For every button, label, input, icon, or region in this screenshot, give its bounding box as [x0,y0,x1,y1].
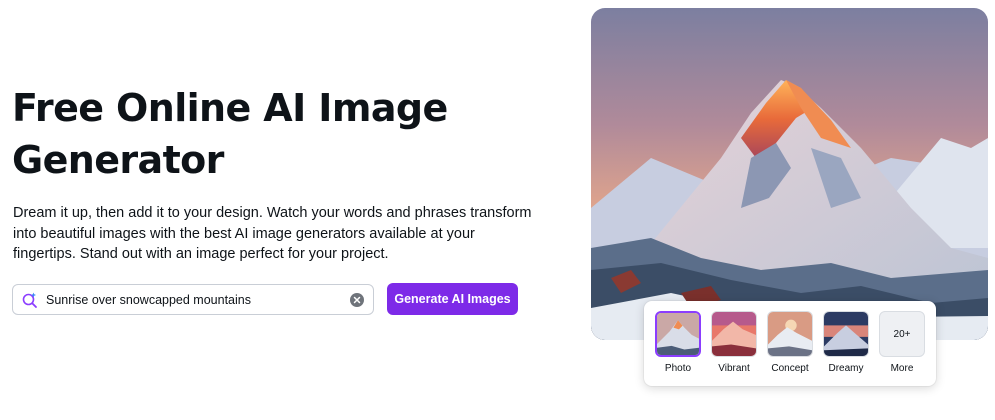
hero-mountain-image [591,8,988,340]
more-styles-badge: 20+ [879,311,925,357]
style-option-photo[interactable]: Photo [653,311,703,374]
sparkle-search-icon [22,292,37,308]
style-label: Photo [664,363,692,374]
dreamy-thumbnail [823,311,869,357]
prompt-input[interactable] [46,287,350,312]
prompt-field[interactable] [12,284,374,315]
photo-thumbnail [655,311,701,357]
generate-ai-images-button[interactable]: Generate AI Images [387,283,518,315]
style-label: More [890,363,914,374]
hero-description: Dream it up, then add it to your design.… [13,205,532,262]
style-option-dreamy[interactable]: Dreamy [821,311,871,374]
style-option-concept[interactable]: Concept [765,311,815,374]
vibrant-thumbnail [711,311,757,357]
style-option-vibrant[interactable]: Vibrant [709,311,759,374]
style-label: Vibrant [718,363,750,374]
style-label: Dreamy [828,363,864,374]
style-option-more[interactable]: 20+ More [877,311,927,374]
page-title: Free Online AI Image Generator [12,86,448,182]
style-label: Concept [771,363,809,374]
concept-thumbnail [767,311,813,357]
clear-icon[interactable] [350,292,364,307]
style-picker: Photo Vibrant Concept Dreamy 20+ More [644,301,936,386]
